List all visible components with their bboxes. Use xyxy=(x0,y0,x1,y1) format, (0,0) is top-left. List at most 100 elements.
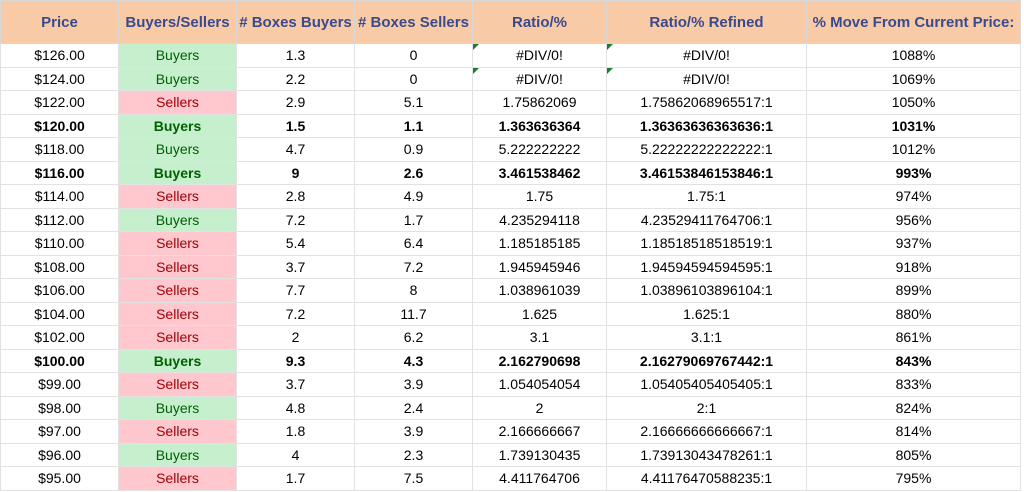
percent-move-cell[interactable]: 880% xyxy=(806,301,1021,326)
ratio-cell[interactable]: #DIV/0! xyxy=(472,66,607,91)
ratio-refined-cell[interactable]: 4.41176470588235:1 xyxy=(606,466,807,491)
percent-move-cell[interactable]: 861% xyxy=(806,325,1021,350)
ratio-cell[interactable]: 1.625 xyxy=(472,301,607,326)
ratio-cell[interactable]: 3.1 xyxy=(472,325,607,350)
ratio-refined-cell[interactable]: 1.03896103896104:1 xyxy=(606,278,807,303)
header-boxes-buyers[interactable]: # Boxes Buyers xyxy=(236,0,355,44)
price-cell[interactable]: $126.00 xyxy=(0,43,119,68)
price-cell[interactable]: $118.00 xyxy=(0,137,119,162)
ratio-refined-cell[interactable]: 5.22222222222222:1 xyxy=(606,137,807,162)
price-cell[interactable]: $114.00 xyxy=(0,184,119,209)
ratio-cell[interactable]: 1.363636364 xyxy=(472,113,607,138)
percent-move-cell[interactable]: 814% xyxy=(806,419,1021,444)
boxes-sellers-cell[interactable]: 2.4 xyxy=(354,395,473,420)
ratio-refined-cell[interactable]: #DIV/0! xyxy=(606,43,807,68)
percent-move-cell[interactable]: 1031% xyxy=(806,113,1021,138)
ratio-refined-cell[interactable]: 1.75862068965517:1 xyxy=(606,90,807,115)
price-cell[interactable]: $99.00 xyxy=(0,372,119,397)
boxes-sellers-cell[interactable]: 6.2 xyxy=(354,325,473,350)
ratio-cell[interactable]: 1.945945946 xyxy=(472,254,607,279)
boxes-buyers-cell[interactable]: 7.2 xyxy=(236,207,355,232)
boxes-sellers-cell[interactable]: 6.4 xyxy=(354,231,473,256)
ratio-cell[interactable]: 1.75862069 xyxy=(472,90,607,115)
boxes-buyers-cell[interactable]: 7.2 xyxy=(236,301,355,326)
side-cell[interactable]: Sellers xyxy=(118,466,237,491)
price-cell[interactable]: $112.00 xyxy=(0,207,119,232)
boxes-buyers-cell[interactable]: 9.3 xyxy=(236,348,355,373)
price-cell[interactable]: $122.00 xyxy=(0,90,119,115)
percent-move-cell[interactable]: 1012% xyxy=(806,137,1021,162)
price-cell[interactable]: $108.00 xyxy=(0,254,119,279)
ratio-refined-cell[interactable]: 2.16666666666667:1 xyxy=(606,419,807,444)
boxes-buyers-cell[interactable]: 2 xyxy=(236,325,355,350)
percent-move-cell[interactable]: 1088% xyxy=(806,43,1021,68)
percent-move-cell[interactable]: 843% xyxy=(806,348,1021,373)
side-cell[interactable]: Buyers xyxy=(118,137,237,162)
side-cell[interactable]: Buyers xyxy=(118,113,237,138)
percent-move-cell[interactable]: 918% xyxy=(806,254,1021,279)
side-cell[interactable]: Buyers xyxy=(118,160,237,185)
percent-move-cell[interactable]: 824% xyxy=(806,395,1021,420)
ratio-refined-cell[interactable]: 1.625:1 xyxy=(606,301,807,326)
header-ratio[interactable]: Ratio/% xyxy=(472,0,607,44)
ratio-cell[interactable]: 5.222222222 xyxy=(472,137,607,162)
side-cell[interactable]: Sellers xyxy=(118,254,237,279)
ratio-refined-cell[interactable]: #DIV/0! xyxy=(606,66,807,91)
ratio-refined-cell[interactable]: 4.23529411764706:1 xyxy=(606,207,807,232)
ratio-cell[interactable]: 1.038961039 xyxy=(472,278,607,303)
ratio-cell[interactable]: 2.162790698 xyxy=(472,348,607,373)
percent-move-cell[interactable]: 1050% xyxy=(806,90,1021,115)
boxes-sellers-cell[interactable]: 3.9 xyxy=(354,419,473,444)
side-cell[interactable]: Buyers xyxy=(118,66,237,91)
ratio-refined-cell[interactable]: 1.75:1 xyxy=(606,184,807,209)
price-cell[interactable]: $124.00 xyxy=(0,66,119,91)
side-cell[interactable]: Sellers xyxy=(118,325,237,350)
boxes-sellers-cell[interactable]: 8 xyxy=(354,278,473,303)
boxes-sellers-cell[interactable]: 1.7 xyxy=(354,207,473,232)
boxes-buyers-cell[interactable]: 2.8 xyxy=(236,184,355,209)
ratio-cell[interactable]: 1.185185185 xyxy=(472,231,607,256)
boxes-buyers-cell[interactable]: 1.3 xyxy=(236,43,355,68)
boxes-sellers-cell[interactable]: 0 xyxy=(354,43,473,68)
ratio-cell[interactable]: 3.461538462 xyxy=(472,160,607,185)
boxes-sellers-cell[interactable]: 2.3 xyxy=(354,442,473,467)
side-cell[interactable]: Buyers xyxy=(118,207,237,232)
ratio-refined-cell[interactable]: 1.73913043478261:1 xyxy=(606,442,807,467)
ratio-refined-cell[interactable]: 1.36363636363636:1 xyxy=(606,113,807,138)
side-cell[interactable]: Sellers xyxy=(118,90,237,115)
price-cell[interactable]: $100.00 xyxy=(0,348,119,373)
ratio-cell[interactable]: 4.235294118 xyxy=(472,207,607,232)
price-cell[interactable]: $106.00 xyxy=(0,278,119,303)
side-cell[interactable]: Sellers xyxy=(118,372,237,397)
boxes-buyers-cell[interactable]: 7.7 xyxy=(236,278,355,303)
boxes-buyers-cell[interactable]: 1.8 xyxy=(236,419,355,444)
side-cell[interactable]: Sellers xyxy=(118,278,237,303)
percent-move-cell[interactable]: 795% xyxy=(806,466,1021,491)
side-cell[interactable]: Sellers xyxy=(118,231,237,256)
percent-move-cell[interactable]: 974% xyxy=(806,184,1021,209)
boxes-sellers-cell[interactable]: 2.6 xyxy=(354,160,473,185)
ratio-refined-cell[interactable]: 2:1 xyxy=(606,395,807,420)
boxes-buyers-cell[interactable]: 4.7 xyxy=(236,137,355,162)
header-price[interactable]: Price xyxy=(0,0,119,44)
boxes-sellers-cell[interactable]: 0 xyxy=(354,66,473,91)
boxes-sellers-cell[interactable]: 7.2 xyxy=(354,254,473,279)
ratio-cell[interactable]: 2 xyxy=(472,395,607,420)
header-ratio-refined[interactable]: Ratio/% Refined xyxy=(606,0,807,44)
boxes-buyers-cell[interactable]: 1.5 xyxy=(236,113,355,138)
ratio-cell[interactable]: 4.411764706 xyxy=(472,466,607,491)
boxes-buyers-cell[interactable]: 2.2 xyxy=(236,66,355,91)
side-cell[interactable]: Sellers xyxy=(118,301,237,326)
price-cell[interactable]: $98.00 xyxy=(0,395,119,420)
boxes-buyers-cell[interactable]: 5.4 xyxy=(236,231,355,256)
ratio-refined-cell[interactable]: 3.46153846153846:1 xyxy=(606,160,807,185)
percent-move-cell[interactable]: 1069% xyxy=(806,66,1021,91)
ratio-refined-cell[interactable]: 1.18518518518519:1 xyxy=(606,231,807,256)
ratio-refined-cell[interactable]: 1.94594594594595:1 xyxy=(606,254,807,279)
boxes-buyers-cell[interactable]: 4.8 xyxy=(236,395,355,420)
side-cell[interactable]: Buyers xyxy=(118,442,237,467)
ratio-cell[interactable]: #DIV/0! xyxy=(472,43,607,68)
header-buyers-sellers[interactable]: Buyers/Sellers xyxy=(118,0,237,44)
boxes-buyers-cell[interactable]: 3.7 xyxy=(236,254,355,279)
ratio-refined-cell[interactable]: 2.16279069767442:1 xyxy=(606,348,807,373)
